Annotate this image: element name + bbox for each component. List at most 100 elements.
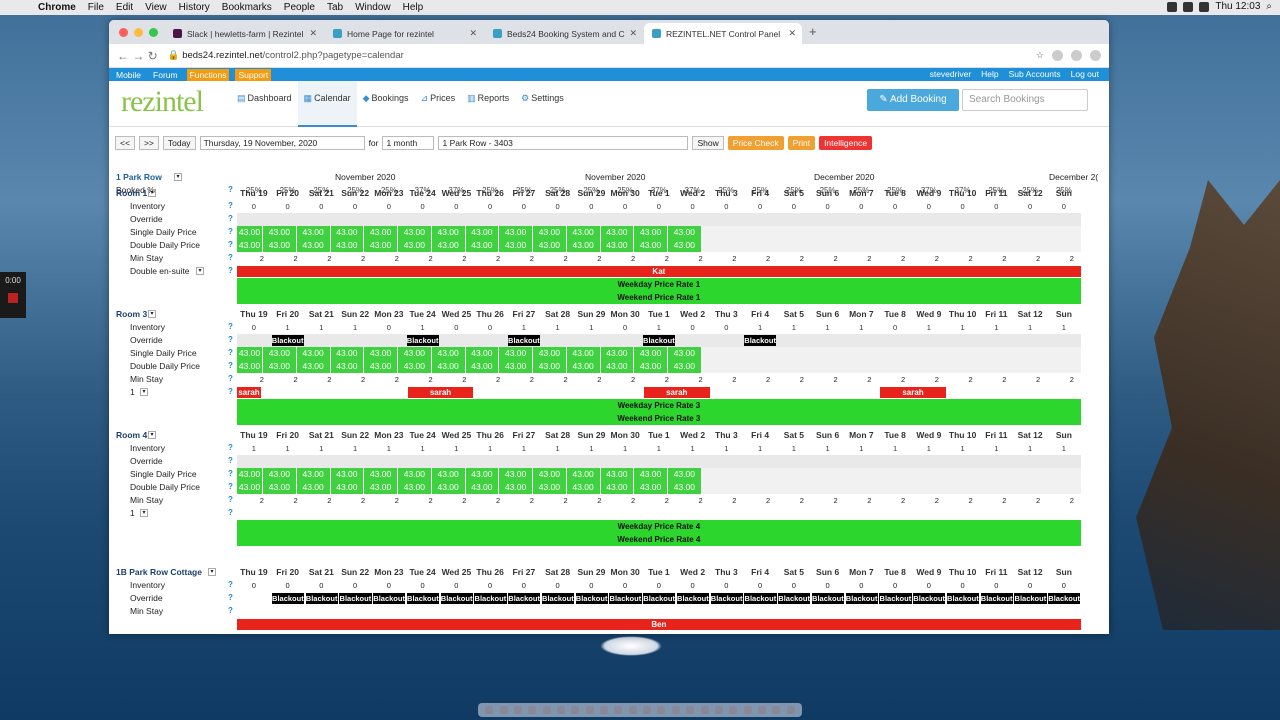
single-price-cell[interactable]: 43.00 bbox=[364, 468, 398, 481]
inventory-cell[interactable]: 1 bbox=[980, 321, 1014, 334]
blackout-badge[interactable]: Blackout bbox=[373, 593, 406, 604]
single-price-cell[interactable]: 43.00 bbox=[296, 226, 331, 239]
double-price-cell[interactable]: 43.00 bbox=[364, 481, 398, 494]
close-tab-icon[interactable]: ✕ bbox=[629, 28, 637, 39]
inventory-cell[interactable]: 1 bbox=[743, 321, 777, 334]
single-price-cell[interactable]: 43.00 bbox=[668, 226, 702, 239]
inventory-cell[interactable]: 1 bbox=[946, 321, 980, 334]
min-stay-cell[interactable]: 2 bbox=[853, 373, 887, 386]
period-select[interactable]: 1 month bbox=[382, 136, 435, 150]
min-stay-cell[interactable]: 2 bbox=[751, 494, 785, 507]
inventory-cell[interactable]: 1 bbox=[642, 442, 676, 455]
min-stay-cell[interactable]: 2 bbox=[718, 252, 752, 265]
logout-link[interactable]: Log out bbox=[1071, 68, 1099, 81]
inventory-cell[interactable]: 0 bbox=[777, 200, 811, 213]
dock-app-icon[interactable] bbox=[600, 706, 609, 714]
inventory-cell[interactable]: 0 bbox=[338, 579, 372, 592]
inventory-cell[interactable]: 1 bbox=[271, 321, 305, 334]
min-stay-cell[interactable]: 2 bbox=[515, 494, 549, 507]
min-stay-cell[interactable]: 2 bbox=[920, 373, 954, 386]
min-stay-cell[interactable]: 2 bbox=[785, 494, 819, 507]
inventory-cell[interactable]: 0 bbox=[541, 579, 575, 592]
min-stay-cell[interactable]: 2 bbox=[481, 494, 515, 507]
inventory-cell[interactable]: 1 bbox=[743, 442, 777, 455]
inventory-cell[interactable]: 1 bbox=[372, 442, 406, 455]
blackout-badge[interactable]: Blackout bbox=[406, 593, 439, 604]
min-stay-cell[interactable]: 2 bbox=[380, 252, 414, 265]
min-stay-cell[interactable]: 2 bbox=[650, 252, 684, 265]
single-price-cell[interactable]: 43.00 bbox=[237, 226, 263, 239]
inventory-cell[interactable]: 0 bbox=[845, 579, 879, 592]
inventory-cell[interactable]: 0 bbox=[406, 200, 440, 213]
min-stay-cell[interactable]: 2 bbox=[988, 373, 1022, 386]
nav-settings[interactable]: ⚙ Settings bbox=[515, 81, 570, 127]
double-price-cell[interactable]: 43.00 bbox=[296, 239, 331, 252]
inventory-cell[interactable]: 0 bbox=[980, 200, 1014, 213]
blackout-badge[interactable]: Blackout bbox=[575, 593, 608, 604]
inventory-cell[interactable]: 0 bbox=[406, 579, 440, 592]
price-check-button[interactable]: Price Check bbox=[727, 136, 784, 150]
wifi-icon[interactable] bbox=[1199, 1, 1210, 12]
help-icon[interactable]: ? bbox=[228, 469, 233, 478]
single-price-cell[interactable]: 43.00 bbox=[431, 226, 466, 239]
single-price-cell[interactable]: 43.00 bbox=[499, 226, 533, 239]
min-stay-cell[interactable]: 2 bbox=[313, 373, 347, 386]
min-stay-cell[interactable]: 2 bbox=[279, 494, 313, 507]
dock-app-icon[interactable] bbox=[513, 706, 522, 714]
double-price-cell[interactable]: 43.00 bbox=[634, 239, 668, 252]
min-stay-cell[interactable]: 2 bbox=[481, 252, 515, 265]
min-stay-cell[interactable]: 2 bbox=[346, 252, 380, 265]
inventory-cell[interactable]: 0 bbox=[1047, 579, 1081, 592]
menu-tab[interactable]: Tab bbox=[327, 2, 343, 13]
min-stay-cell[interactable]: 2 bbox=[346, 494, 380, 507]
blackout-badge[interactable]: Blackout bbox=[744, 335, 776, 346]
inventory-cell[interactable]: 0 bbox=[1013, 579, 1047, 592]
min-stay-cell[interactable]: 2 bbox=[684, 494, 718, 507]
inventory-cell[interactable]: 0 bbox=[878, 579, 912, 592]
menu-history[interactable]: History bbox=[179, 2, 210, 13]
inventory-cell[interactable]: 1 bbox=[811, 321, 845, 334]
close-tab-icon[interactable]: ✕ bbox=[309, 28, 317, 39]
inventory-cell[interactable]: 1 bbox=[338, 442, 372, 455]
blackout-badge[interactable]: Blackout bbox=[710, 593, 743, 604]
inventory-cell[interactable]: 1 bbox=[305, 321, 339, 334]
min-stay-cell[interactable]: 2 bbox=[785, 373, 819, 386]
inventory-cell[interactable]: 0 bbox=[372, 200, 406, 213]
dock-app-icon[interactable] bbox=[485, 706, 494, 714]
inventory-cell[interactable]: 0 bbox=[710, 200, 744, 213]
inventory-cell[interactable]: 0 bbox=[642, 200, 676, 213]
min-stay-cell[interactable]: 2 bbox=[886, 252, 920, 265]
inventory-cell[interactable]: 1 bbox=[473, 442, 507, 455]
min-stay-cell[interactable]: 2 bbox=[886, 494, 920, 507]
booking-bar[interactable]: sarah bbox=[407, 387, 474, 398]
blackout-badge[interactable]: Blackout bbox=[271, 593, 304, 604]
help-icon[interactable]: ? bbox=[228, 482, 233, 491]
inventory-cell[interactable]: 0 bbox=[575, 579, 609, 592]
prev-button[interactable]: << bbox=[115, 136, 135, 150]
min-stay-cell[interactable]: 2 bbox=[414, 373, 448, 386]
double-price-cell[interactable]: 43.00 bbox=[465, 360, 500, 373]
double-price-cell[interactable]: 43.00 bbox=[237, 360, 263, 373]
booking-bar[interactable]: Kat bbox=[237, 266, 1081, 277]
dock-app-icon[interactable] bbox=[657, 706, 666, 714]
single-price-cell[interactable]: 43.00 bbox=[364, 347, 398, 360]
dock-app-icon[interactable] bbox=[686, 706, 695, 714]
double-price-cell[interactable]: 43.00 bbox=[296, 360, 331, 373]
row-dropdown-icon[interactable]: ▾ bbox=[148, 431, 156, 439]
inventory-cell[interactable]: 0 bbox=[845, 200, 879, 213]
inventory-cell[interactable]: 1 bbox=[1047, 321, 1081, 334]
min-stay-cell[interactable]: 2 bbox=[245, 494, 279, 507]
min-stay-cell[interactable]: 2 bbox=[886, 373, 920, 386]
double-price-cell[interactable]: 43.00 bbox=[634, 481, 668, 494]
url-field[interactable]: 🔒 beds24.rezintel.net/control2.php?paget… bbox=[168, 50, 1036, 61]
inventory-cell[interactable]: 0 bbox=[237, 579, 271, 592]
help-link[interactable]: Help bbox=[981, 68, 998, 81]
menu-view[interactable]: View bbox=[145, 2, 167, 13]
top-link-mobile[interactable]: Mobile bbox=[113, 69, 144, 81]
blackout-badge[interactable]: Blackout bbox=[845, 593, 878, 604]
inventory-cell[interactable]: 1 bbox=[541, 442, 575, 455]
today-button[interactable]: Today bbox=[162, 136, 196, 150]
nav-bookings[interactable]: ◆ Bookings bbox=[357, 81, 415, 127]
double-price-cell[interactable]: 43.00 bbox=[398, 360, 432, 373]
dock-app-icon[interactable] bbox=[643, 706, 652, 714]
